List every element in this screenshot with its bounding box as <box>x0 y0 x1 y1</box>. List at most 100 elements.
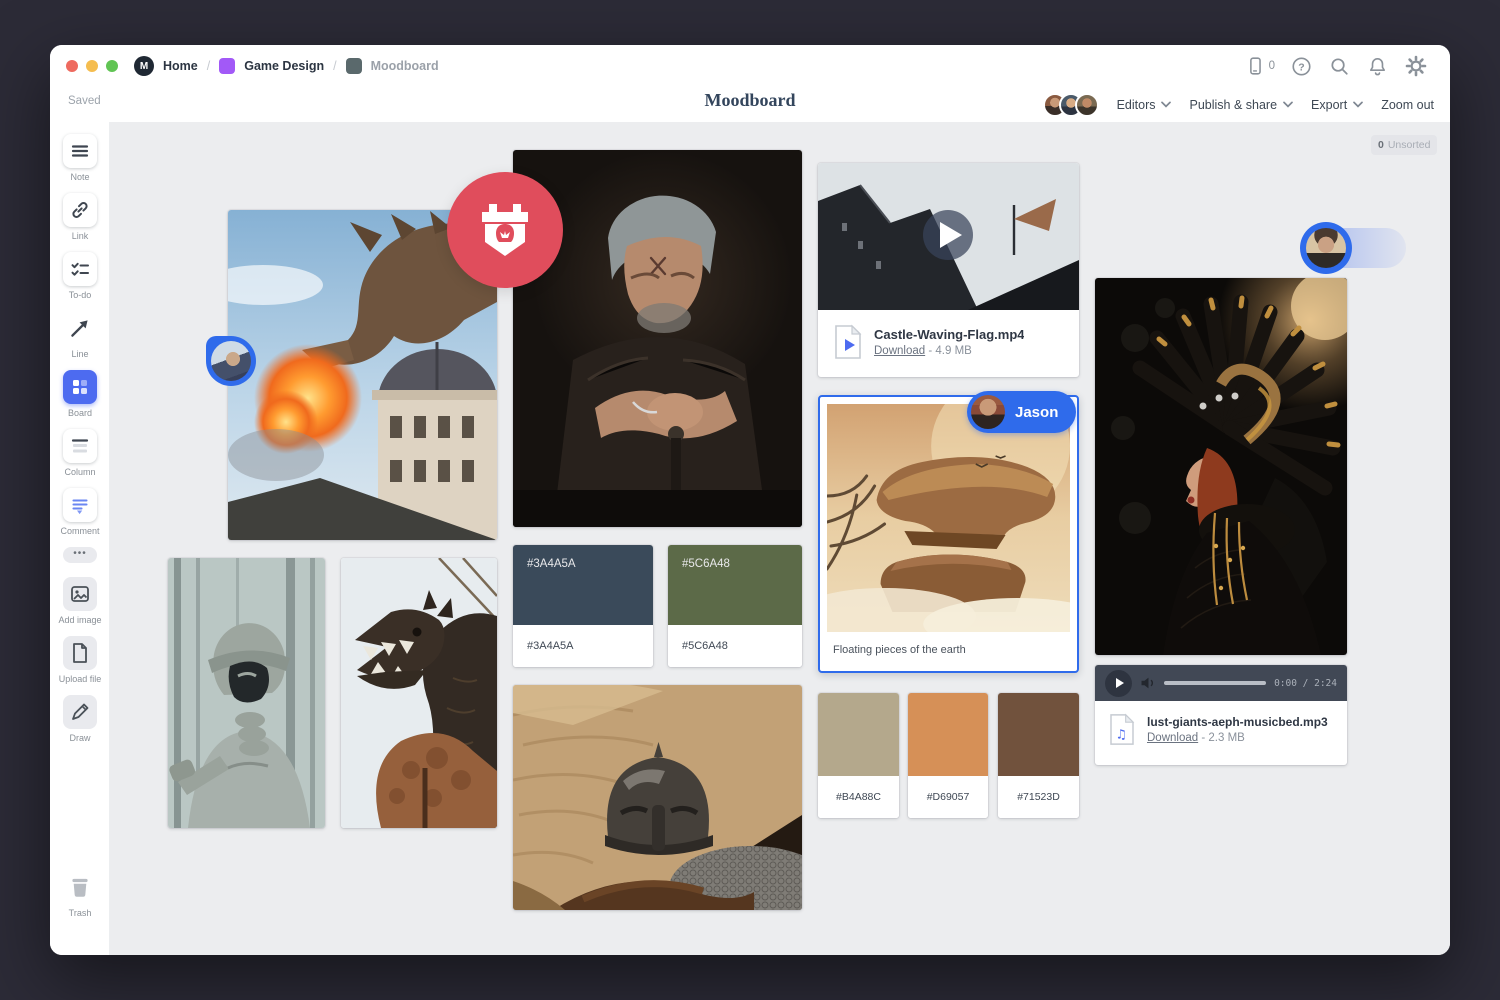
swatch-color-block[interactable]: #3A4A5A <box>513 545 653 625</box>
image-card-feather-headdress[interactable] <box>1095 278 1347 655</box>
more-tools-button[interactable]: ••• <box>63 547 97 563</box>
tool-todo[interactable]: To-do <box>50 252 110 300</box>
video-meta: Download - 4.9 MB <box>874 345 1024 357</box>
breadcrumb-game-design[interactable]: Game Design <box>244 59 324 73</box>
unsorted-badge[interactable]: 0Unsorted <box>1371 135 1437 155</box>
swatch-color-block[interactable]: #5C6A48 <box>668 545 802 625</box>
tool-link[interactable]: Link <box>50 193 110 241</box>
audio-progress-bar[interactable] <box>1164 681 1266 685</box>
search-icon <box>1328 55 1351 78</box>
header-top-row: M Home / Game Design / Moodboard 0 ? <box>50 45 1450 87</box>
color-swatch-card[interactable]: #B4A88C <box>818 693 899 818</box>
publish-share-menu[interactable]: Publish & share <box>1189 98 1293 112</box>
tool-add-image[interactable]: Add image <box>50 577 110 625</box>
tool-note[interactable]: Note <box>50 134 110 182</box>
editor-avatars[interactable] <box>1043 93 1099 117</box>
breadcrumb-home[interactable]: Home <box>163 59 198 73</box>
chevron-down-icon <box>1161 101 1171 108</box>
collaborator-avatar <box>1306 228 1346 268</box>
swatch-hex-label: #B4A88C <box>818 776 899 818</box>
swatch-color-block[interactable] <box>818 693 899 776</box>
breadcrumb-separator: / <box>207 59 210 73</box>
help-icon: ? <box>1290 55 1313 78</box>
purple-board-icon[interactable] <box>219 58 235 74</box>
tool-draw[interactable]: Draw <box>50 695 110 743</box>
video-card[interactable]: Castle-Waving-Flag.mp4 Download - 4.9 MB <box>818 163 1079 377</box>
image-card-stone-warrior[interactable] <box>168 558 325 828</box>
color-swatch-card[interactable]: #D69057 <box>908 693 988 818</box>
swatch-color-block[interactable] <box>908 693 988 776</box>
zoom-out-button[interactable]: Zoom out <box>1381 98 1434 112</box>
trash-tool[interactable]: Trash <box>50 870 110 918</box>
audio-card[interactable]: 0:00 / 2:24 ♫ lust-giants-aeph-musicbed.… <box>1095 665 1347 765</box>
play-icon <box>1116 678 1124 688</box>
mobile-device-button[interactable]: 0 <box>1244 54 1275 78</box>
tool-line[interactable]: Line <box>50 311 110 359</box>
bell-icon <box>1366 55 1389 78</box>
volume-button[interactable] <box>1140 676 1156 690</box>
audio-file-row: ♫ lust-giants-aeph-musicbed.mp3 Download… <box>1095 701 1347 758</box>
tool-upload-file-label: Upload file <box>50 674 110 684</box>
floating-rock-photo-frame[interactable] <box>827 404 1070 632</box>
swatch-hex-overlay: #5C6A48 <box>682 558 730 570</box>
image-card-helmet[interactable] <box>513 685 802 910</box>
color-swatch-card[interactable]: #3A4A5A #3A4A5A <box>513 545 653 667</box>
header-icons: 0 ? <box>1244 54 1450 78</box>
color-swatch-card[interactable]: #71523D <box>998 693 1079 818</box>
video-filesize: 4.9 MB <box>935 345 971 357</box>
zoom-out-label: Zoom out <box>1381 98 1434 112</box>
export-menu[interactable]: Export <box>1311 98 1363 112</box>
chevron-down-icon <box>1353 101 1363 108</box>
video-filename: Castle-Waving-Flag.mp4 <box>874 327 1024 342</box>
tool-add-image-label: Add image <box>50 615 110 625</box>
search-button[interactable] <box>1328 55 1351 78</box>
tool-upload-file[interactable]: Upload file <box>50 636 110 684</box>
tool-board-label: Board <box>50 408 110 418</box>
size-separator: - <box>1201 732 1205 744</box>
tool-column[interactable]: Column <box>50 429 110 477</box>
maximize-button[interactable] <box>106 60 118 72</box>
collaborator-name: Jason <box>1005 404 1076 421</box>
comment-icon <box>68 493 92 517</box>
upload-file-icon <box>68 641 92 665</box>
milanote-logo[interactable]: M <box>134 56 154 76</box>
app-window: M Home / Game Design / Moodboard 0 ? <box>50 45 1450 955</box>
link-icon <box>68 198 92 222</box>
slate-board-icon[interactable] <box>346 58 362 74</box>
settings-button[interactable] <box>1404 54 1428 78</box>
video-thumbnail[interactable] <box>818 163 1079 310</box>
cursor-ring <box>206 336 256 386</box>
selected-image-card[interactable]: Floating pieces of the earth <box>818 395 1079 673</box>
avatar[interactable] <box>1075 93 1099 117</box>
notifications-button[interactable] <box>1366 55 1389 78</box>
audio-download-link[interactable]: Download <box>1147 732 1198 744</box>
audio-meta: Download - 2.3 MB <box>1147 732 1328 744</box>
line-arrow-icon <box>67 315 93 341</box>
tool-board-selected[interactable]: Board <box>50 370 110 418</box>
help-button[interactable]: ? <box>1290 55 1313 78</box>
audio-filesize: 2.3 MB <box>1208 732 1244 744</box>
image-caption[interactable]: Floating pieces of the earth <box>827 632 1070 668</box>
video-download-link[interactable]: Download <box>874 345 925 357</box>
game-shield-logo[interactable] <box>447 172 563 288</box>
swatch-hex-label: #3A4A5A <box>513 625 653 667</box>
unsorted-count: 0 <box>1378 139 1384 151</box>
helmet-photo <box>513 685 802 910</box>
board-canvas[interactable]: 0Unsorted <box>110 122 1450 955</box>
floating-rock-photo <box>827 404 1070 632</box>
color-swatch-card[interactable]: #5C6A48 #5C6A48 <box>668 545 802 667</box>
close-button[interactable] <box>66 60 78 72</box>
swatch-color-block[interactable] <box>998 693 1079 776</box>
video-file-row: Castle-Waving-Flag.mp4 Download - 4.9 MB <box>818 310 1079 374</box>
breadcrumb-moodboard[interactable]: Moodboard <box>371 59 439 73</box>
tool-comment[interactable]: Comment <box>50 488 110 536</box>
editors-menu[interactable]: Editors <box>1117 98 1172 112</box>
audio-play-button[interactable] <box>1105 670 1132 697</box>
export-label: Export <box>1311 98 1347 112</box>
image-card-dragon-prow[interactable] <box>341 558 497 828</box>
minimize-button[interactable] <box>86 60 98 72</box>
swatch-hex-label: #5C6A48 <box>668 625 802 667</box>
tool-todo-label: To-do <box>50 290 110 300</box>
collaborator-cursor-top <box>1300 222 1352 274</box>
swatch-hex-label: #D69057 <box>908 776 988 818</box>
